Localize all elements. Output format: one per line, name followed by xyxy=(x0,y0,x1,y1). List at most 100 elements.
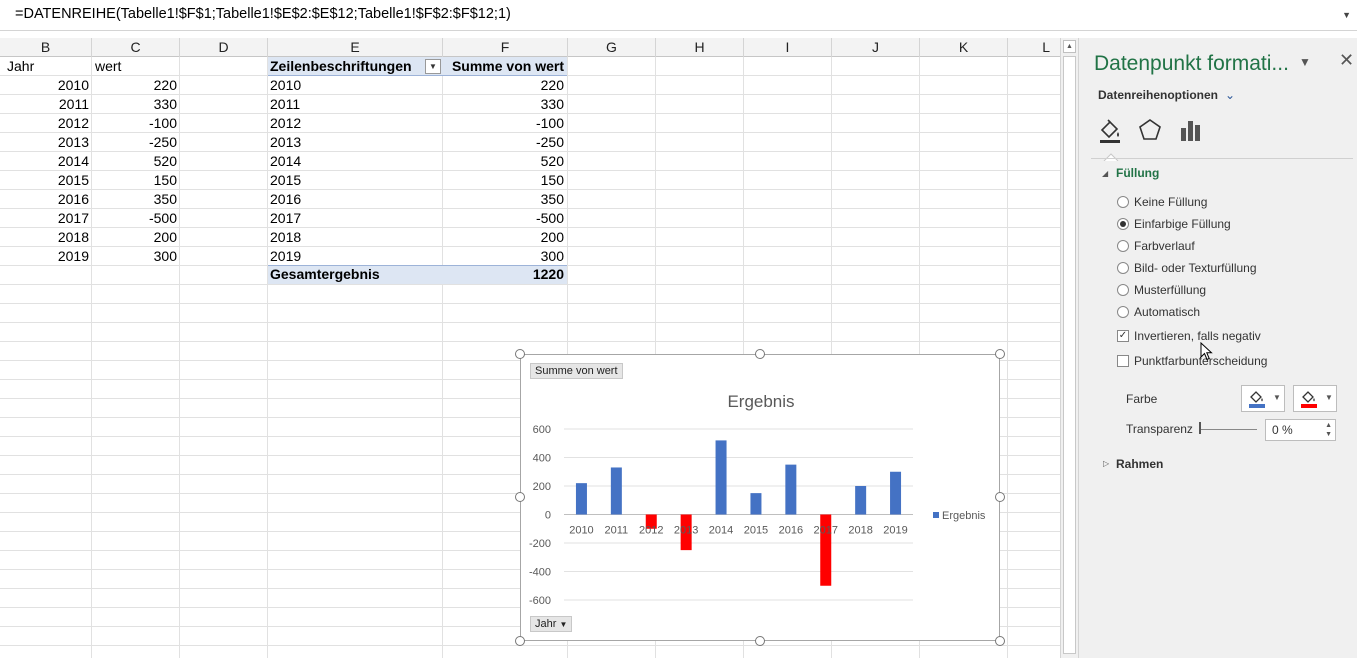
option-label[interactable]: Bild- oder Texturfüllung xyxy=(1134,261,1257,275)
pivot-row-label[interactable]: 2012 xyxy=(270,114,301,133)
effects-pentagon-icon[interactable] xyxy=(1136,116,1164,144)
resize-handle-bottom-left[interactable] xyxy=(515,636,525,646)
pivot-row-value[interactable]: 300 xyxy=(443,247,564,266)
column-header-g[interactable]: G xyxy=(568,38,656,57)
column-header-f[interactable]: F xyxy=(443,38,568,57)
pivot-row-value[interactable]: 150 xyxy=(443,171,564,190)
cell-value[interactable]: 300 xyxy=(92,247,177,266)
chart-plot[interactable]: 600 400 200 0 -200 -400 -600 2010 2011 2012 2013 20… xyxy=(521,355,1001,642)
option-label[interactable]: Keine Füllung xyxy=(1134,195,1207,209)
pivot-row-value[interactable]: 350 xyxy=(443,190,564,209)
column-header-j[interactable]: J xyxy=(832,38,920,57)
transparency-slider[interactable] xyxy=(1199,429,1257,430)
pivot-row-label[interactable]: 2018 xyxy=(270,228,301,247)
cell-year[interactable]: 2014 xyxy=(2,152,89,171)
series-options-bar-icon[interactable] xyxy=(1176,116,1204,144)
chart-bar[interactable] xyxy=(890,471,902,515)
pivot-row-value[interactable]: -250 xyxy=(443,133,564,152)
fill-line-icon[interactable] xyxy=(1096,116,1124,144)
cell-year[interactable]: 2011 xyxy=(2,95,89,114)
scroll-up-icon[interactable]: ▲ xyxy=(1063,40,1076,53)
cell-year[interactable]: 2015 xyxy=(2,171,89,190)
chart-bar[interactable] xyxy=(610,467,622,515)
legend-label[interactable]: Ergebnis xyxy=(942,510,986,522)
column-header-l[interactable]: L xyxy=(1008,38,1060,57)
close-icon[interactable]: ✕ xyxy=(1339,50,1354,71)
column-header-k[interactable]: K xyxy=(920,38,1008,57)
radio-gradient-fill[interactable] xyxy=(1117,240,1129,252)
cell-value[interactable]: 220 xyxy=(92,76,177,95)
cell-value[interactable]: -250 xyxy=(92,133,177,152)
expand-triangle-icon[interactable]: ▷ xyxy=(1103,459,1109,468)
chevron-down-icon[interactable]: ▼ xyxy=(1342,10,1351,20)
pivot-total-label[interactable]: Gesamtergebnis xyxy=(270,265,380,284)
cell-year[interactable]: 2013 xyxy=(2,133,89,152)
spinner-arrows-icon[interactable]: ▲ ▼ xyxy=(1325,421,1332,439)
resize-handle-top-left[interactable] xyxy=(515,349,525,359)
pivot-row-value[interactable]: 220 xyxy=(443,76,564,95)
scrollbar-thumb[interactable] xyxy=(1063,56,1076,654)
pivot-row-value[interactable]: -100 xyxy=(443,114,564,133)
pivot-row-label[interactable]: 2019 xyxy=(270,247,301,266)
series-options-dropdown[interactable]: Datenreihenoptionen xyxy=(1098,88,1218,102)
pivot-row-value[interactable]: 330 xyxy=(443,95,564,114)
pivot-total-value[interactable]: 1220 xyxy=(443,265,564,284)
pivot-row-value[interactable]: 200 xyxy=(443,228,564,247)
cell-value[interactable]: 330 xyxy=(92,95,177,114)
resize-handle-bottom[interactable] xyxy=(755,636,765,646)
filter-dropdown-icon[interactable]: ▼ xyxy=(425,59,441,74)
pivot-row-value[interactable]: -500 xyxy=(443,209,564,228)
cell-value[interactable]: -500 xyxy=(92,209,177,228)
cell-year[interactable]: 2017 xyxy=(2,209,89,228)
pivot-row-label[interactable]: 2013 xyxy=(270,133,301,152)
pivot-row-label[interactable]: 2017 xyxy=(270,209,301,228)
cell-value[interactable]: 200 xyxy=(92,228,177,247)
collapse-triangle-icon[interactable]: ◢ xyxy=(1102,169,1108,178)
column-header-h[interactable]: H xyxy=(656,38,744,57)
pivot-row-label[interactable]: 2011 xyxy=(270,95,300,114)
column-header-c[interactable]: C xyxy=(92,38,180,57)
option-label[interactable]: Musterfüllung xyxy=(1134,283,1206,297)
chevron-down-icon[interactable]: ▼ xyxy=(1299,55,1311,69)
radio-no-fill[interactable] xyxy=(1117,196,1129,208)
formula-text[interactable]: =DATENREIHE(Tabelle1!$F$1;Tabelle1!$E$2:… xyxy=(15,6,511,22)
cell-year[interactable]: 2019 xyxy=(2,247,89,266)
chart-bar[interactable] xyxy=(715,440,727,515)
option-label[interactable]: Einfarbige Füllung xyxy=(1134,217,1231,231)
pivot-row-label[interactable]: 2014 xyxy=(270,152,301,171)
resize-handle-bottom-right[interactable] xyxy=(995,636,1005,646)
radio-picture-fill[interactable] xyxy=(1117,262,1129,274)
fill-color-button[interactable]: ▼ xyxy=(1241,385,1285,412)
resize-handle-top[interactable] xyxy=(755,349,765,359)
invert-if-negative-label[interactable]: Invertieren, falls negativ xyxy=(1134,329,1261,343)
chart-bar[interactable] xyxy=(750,493,762,515)
column-header-b[interactable]: B xyxy=(0,38,92,57)
pivot-row-value[interactable]: 520 xyxy=(443,152,564,171)
vertical-scrollbar[interactable]: ▲ xyxy=(1060,38,1078,658)
vary-colors-checkbox[interactable] xyxy=(1117,355,1129,367)
option-label[interactable]: Automatisch xyxy=(1134,305,1200,319)
cell-value[interactable]: 150 xyxy=(92,171,177,190)
fill-section-header[interactable]: Füllung xyxy=(1116,166,1159,180)
column-header-i[interactable]: I xyxy=(744,38,832,57)
resize-handle-left[interactable] xyxy=(515,492,525,502)
cell-value[interactable]: 350 xyxy=(92,190,177,209)
cell-year[interactable]: 2010 xyxy=(2,76,89,95)
option-label[interactable]: Farbverlauf xyxy=(1134,239,1195,253)
column-header-e[interactable]: E xyxy=(268,38,443,57)
cell-year[interactable]: 2012 xyxy=(2,114,89,133)
pivot-row-label[interactable]: 2010 xyxy=(270,76,301,95)
cell-value[interactable]: -100 xyxy=(92,114,177,133)
column-header-d[interactable]: D xyxy=(180,38,268,57)
radio-automatic-fill[interactable] xyxy=(1117,306,1129,318)
cell-header-wert[interactable]: wert xyxy=(95,57,121,76)
chevron-down-icon[interactable]: ⌄ xyxy=(1225,88,1235,102)
transparency-input[interactable]: 0 % ▲ ▼ xyxy=(1265,419,1336,441)
chart-bar[interactable] xyxy=(785,464,797,515)
cell-value[interactable]: 520 xyxy=(92,152,177,171)
pivot-value-header[interactable]: Summe von wert xyxy=(443,57,564,76)
chart-axis-field-button[interactable]: Jahr ▼ xyxy=(530,616,573,632)
slider-thumb[interactable] xyxy=(1199,422,1201,434)
pivot-row-label[interactable]: 2015 xyxy=(270,171,301,190)
chart-bar[interactable] xyxy=(575,483,587,515)
